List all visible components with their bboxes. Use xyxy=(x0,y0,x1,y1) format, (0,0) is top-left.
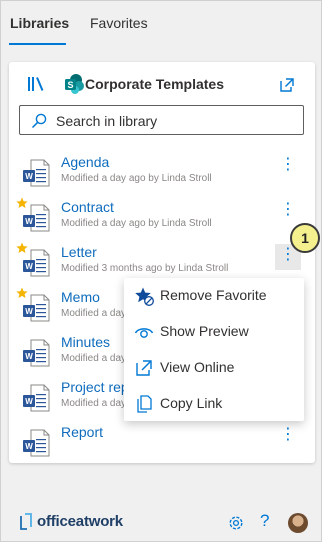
active-tab-indicator xyxy=(9,43,66,45)
menu-item-view-online[interactable]: View Online xyxy=(124,350,304,386)
officeatwork-logo-icon xyxy=(20,513,32,530)
search-input[interactable] xyxy=(56,111,296,131)
menu-item-remove-favorite[interactable]: Remove Favorite xyxy=(124,278,304,314)
eye-icon xyxy=(134,328,154,338)
document-meta: Modified a day ago by Linda Stroll xyxy=(61,218,212,229)
library-header: S Corporate Templates xyxy=(9,62,315,106)
document-title[interactable]: Minutes xyxy=(61,334,110,350)
context-menu: Remove Favorite Show Preview View Online… xyxy=(124,278,304,421)
settings-icon[interactable] xyxy=(227,514,245,532)
menu-item-label: Show Preview xyxy=(160,323,249,339)
word-document-icon: W xyxy=(23,159,50,187)
open-external-icon[interactable] xyxy=(280,78,294,92)
svg-text:W: W xyxy=(25,172,33,181)
word-document-icon: W xyxy=(23,339,50,367)
word-document-icon: W xyxy=(23,249,50,277)
sharepoint-icon: S xyxy=(65,74,84,94)
svg-text:W: W xyxy=(25,397,33,406)
document-title[interactable]: Memo xyxy=(61,289,100,305)
brand-name: officeatwork xyxy=(37,513,123,530)
search-box[interactable] xyxy=(19,105,304,135)
document-title[interactable]: Letter xyxy=(61,244,97,260)
svg-text:W: W xyxy=(25,217,33,226)
menu-item-label: View Online xyxy=(160,359,235,375)
word-document-icon: W xyxy=(23,384,50,412)
word-document-icon: W xyxy=(23,429,50,457)
menu-item-label: Copy Link xyxy=(160,395,223,411)
menu-item-copy-link[interactable]: Copy Link xyxy=(124,386,304,422)
word-document-icon: W xyxy=(23,204,50,232)
tab-bar: Libraries Favorites xyxy=(1,1,321,47)
step-badge: 1 xyxy=(290,223,320,253)
tab-favorites[interactable]: Favorites xyxy=(90,15,148,31)
help-icon[interactable]: ? xyxy=(260,511,269,531)
search-icon xyxy=(31,113,47,129)
document-title[interactable]: Contract xyxy=(61,199,114,215)
library-icon[interactable] xyxy=(27,75,45,93)
more-options-button[interactable]: ⋮ xyxy=(275,199,301,225)
svg-text:S: S xyxy=(67,80,73,90)
tab-libraries[interactable]: Libraries xyxy=(10,15,69,31)
more-options-button[interactable]: ⋮ xyxy=(275,424,301,450)
document-title[interactable]: Agenda xyxy=(61,154,109,170)
avatar[interactable] xyxy=(288,513,308,533)
star-remove-icon xyxy=(135,287,154,306)
document-row[interactable]: W Agenda Modified a day ago by Linda Str… xyxy=(9,154,315,198)
document-row[interactable]: W Report ⋮ xyxy=(9,424,315,468)
document-meta: Modified 3 months ago by Linda Stroll xyxy=(61,263,229,274)
document-row[interactable]: W Contract Modified a day ago by Linda S… xyxy=(9,197,315,243)
document-meta: Modified a day ago by Linda Stroll xyxy=(61,173,212,184)
open-external-icon xyxy=(136,360,152,376)
svg-text:W: W xyxy=(25,442,33,451)
svg-text:W: W xyxy=(25,262,33,271)
word-document-icon: W xyxy=(23,294,50,322)
svg-text:W: W xyxy=(25,352,33,361)
brand-logo: officeatwork xyxy=(19,513,131,533)
svg-text:W: W xyxy=(25,307,33,316)
more-options-button[interactable]: ⋮ xyxy=(275,154,301,180)
menu-item-show-preview[interactable]: Show Preview xyxy=(124,314,304,350)
document-title[interactable]: Project rep xyxy=(61,379,129,395)
copy-icon xyxy=(137,395,152,413)
document-title[interactable]: Report xyxy=(61,424,103,440)
library-title: Corporate Templates xyxy=(85,76,224,92)
menu-item-label: Remove Favorite xyxy=(160,287,267,303)
